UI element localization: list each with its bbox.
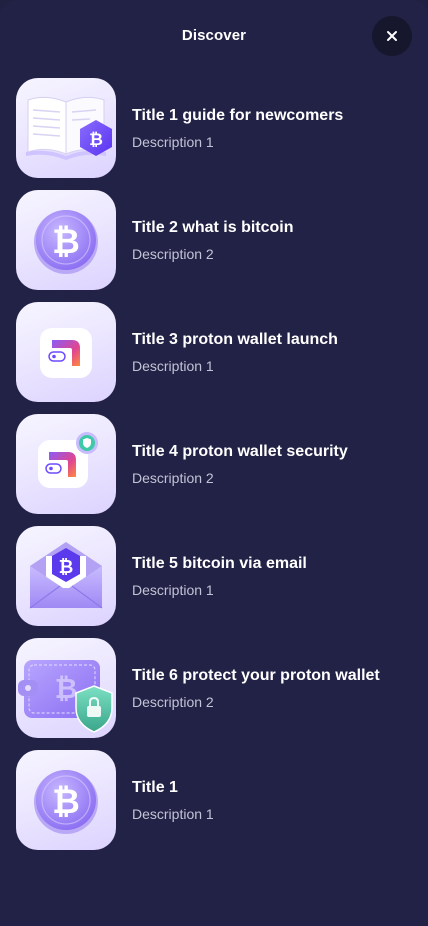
- bitcoin-coin-icon: ₿: [16, 750, 116, 850]
- item-title: Title 1 guide for newcomers: [132, 106, 344, 124]
- item-description: Description 2: [132, 693, 214, 710]
- proton-wallet-icon: [16, 302, 116, 402]
- svg-text:₿: ₿: [52, 222, 80, 262]
- book-bitcoin-icon: ₿: [16, 78, 116, 178]
- item-description: Description 2: [132, 245, 214, 262]
- svg-text:₿: ₿: [89, 130, 103, 150]
- list-item[interactable]: Title 3 proton wallet launch Description…: [16, 302, 412, 402]
- svg-text:₿: ₿: [59, 557, 74, 578]
- item-title: Title 5 bitcoin via email: [132, 554, 307, 572]
- item-description: Description 2: [132, 469, 214, 486]
- item-title: Title 1: [132, 778, 178, 796]
- page-title: Discover: [181, 27, 247, 44]
- list-item[interactable]: ₿ Title 1 guide for newcomers Descriptio…: [16, 78, 412, 178]
- close-button[interactable]: [372, 16, 412, 56]
- bitcoin-envelope-icon: ₿: [16, 526, 116, 626]
- list-item[interactable]: ₿ Title 5 bitcoin via email Description …: [16, 526, 412, 626]
- list-item[interactable]: ₿ Title 2 what is bitcoin Description 2: [16, 190, 412, 290]
- item-title: Title 3 proton wallet launch: [132, 330, 338, 348]
- item-description: Description 1: [132, 581, 214, 598]
- item-title: Title 6 protect your proton wallet: [132, 666, 380, 684]
- svg-text:₿: ₿: [52, 782, 80, 822]
- list-item[interactable]: ₿ Title 1 Description 1: [16, 750, 412, 850]
- wallet-shield-lock-icon: ₿: [16, 638, 116, 738]
- list-item[interactable]: ₿ Title 6 protect your proton wallet Des…: [16, 638, 412, 738]
- bitcoin-coin-icon: ₿: [16, 190, 116, 290]
- close-icon: [387, 31, 397, 41]
- item-description: Description 1: [132, 133, 214, 150]
- header: Discover: [0, 0, 428, 72]
- item-description: Description 1: [132, 805, 214, 822]
- article-list: ₿ Title 1 guide for newcomers Descriptio…: [16, 78, 412, 862]
- proton-wallet-shield-icon: [16, 414, 116, 514]
- list-item[interactable]: Title 4 proton wallet security Descripti…: [16, 414, 412, 514]
- item-title: Title 4 proton wallet security: [132, 442, 348, 460]
- discover-sheet: Discover ₿ Title 1 guide for newcomers D…: [0, 0, 428, 926]
- svg-text:₿: ₿: [55, 672, 78, 705]
- item-description: Description 1: [132, 357, 214, 374]
- item-title: Title 2 what is bitcoin: [132, 218, 294, 236]
